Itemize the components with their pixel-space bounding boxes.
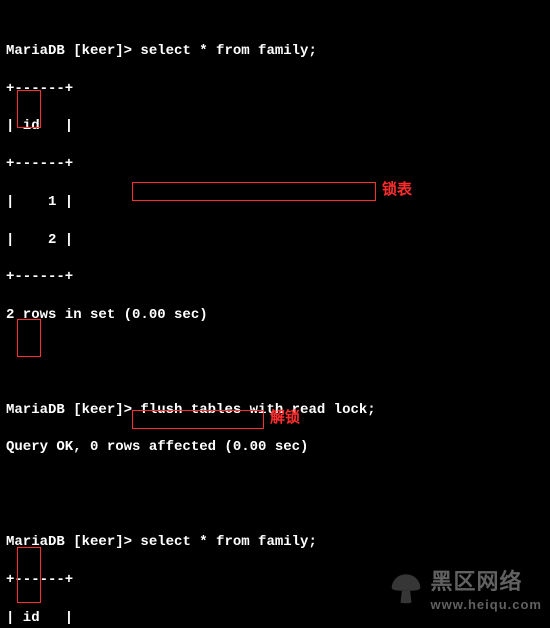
- watermark-title: 黑区网络: [431, 567, 542, 597]
- table-border: +------+: [6, 155, 544, 174]
- watermark: 黑区网络 www.heiqu.com: [389, 567, 542, 614]
- watermark-url: www.heiqu.com: [431, 596, 542, 614]
- sql-flush: flush tables with read lock;: [132, 402, 376, 418]
- prompt: MariaDB [keer]>: [6, 402, 132, 418]
- result-rows: 2 rows in set (0.00 sec): [6, 306, 544, 325]
- table-header: | id |: [6, 117, 544, 136]
- mushroom-icon: [389, 571, 423, 610]
- sql-select-1: select * from family;: [132, 43, 317, 59]
- table-row: | 1 |: [6, 193, 544, 212]
- result-ok: Query OK, 0 rows affected (0.00 sec): [6, 438, 544, 457]
- prompt: MariaDB [keer]>: [6, 534, 132, 550]
- table-row: | 2 |: [6, 231, 544, 250]
- table-border: +------+: [6, 80, 544, 99]
- annotation-unlock: 解锁: [270, 408, 300, 428]
- annotation-lock: 锁表: [382, 180, 412, 200]
- terminal-output: MariaDB [keer]> select * from family; +-…: [0, 0, 550, 628]
- sql-select-2: select * from family;: [132, 534, 317, 550]
- prompt: MariaDB [keer]>: [6, 43, 132, 59]
- table-border: +------+: [6, 268, 544, 287]
